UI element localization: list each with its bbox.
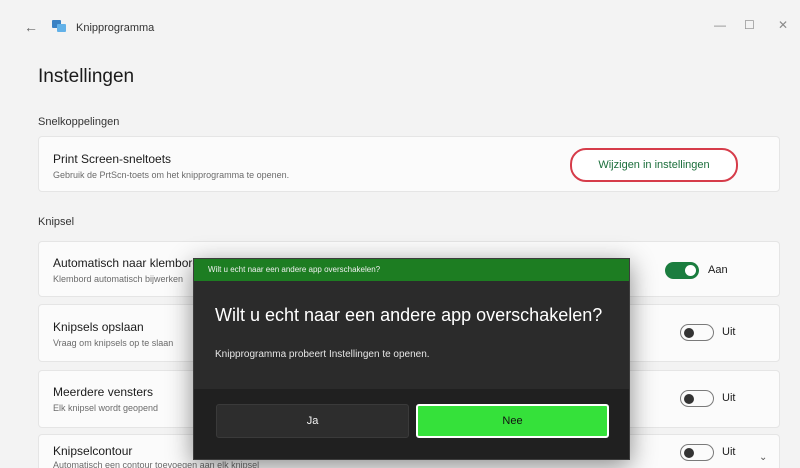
save-snips-state: Uit [722, 326, 736, 338]
setting-description: Gebruik de PrtScn-toets om het knipprogr… [53, 170, 290, 180]
setting-title: Print Screen-sneltoets [53, 152, 172, 166]
toggle-knob [685, 265, 696, 276]
dialog-header-text: Wilt u echt naar een andere app overscha… [208, 265, 381, 274]
title-bar: ← Knipprogramma — ☐ ✕ [18, 6, 800, 48]
maximize-button[interactable]: ☐ [744, 18, 755, 32]
auto-copy-state: Aan [708, 264, 728, 276]
back-arrow-icon[interactable]: ← [24, 19, 38, 35]
setting-description: Vraag om knipsels op te slaan [53, 338, 174, 348]
change-in-settings-link[interactable]: Wijzigen in instellingen [570, 148, 738, 182]
app-title: Knipprogramma [76, 22, 155, 34]
switch-app-dialog: Wilt u echt naar een andere app overscha… [193, 258, 630, 460]
auto-copy-toggle[interactable] [665, 262, 699, 279]
chevron-down-icon[interactable]: ⌄ [759, 452, 767, 463]
setting-description: Klembord automatisch bijwerken [53, 274, 184, 284]
dialog-title: Wilt u echt naar een andere app overscha… [215, 305, 603, 325]
section-title-snip: Knipsel [38, 216, 75, 228]
toggle-knob [684, 394, 694, 404]
page-title: Instellingen [38, 66, 135, 87]
close-button[interactable]: ✕ [778, 18, 788, 32]
snipping-tool-app-icon [52, 20, 66, 32]
setting-title: Knipselcontour [53, 444, 133, 458]
multiple-windows-toggle[interactable] [680, 390, 714, 407]
save-snips-toggle[interactable] [680, 324, 714, 341]
dialog-header-bar: Wilt u echt naar een andere app overscha… [194, 259, 629, 281]
setting-description: Automatisch een contour toevoegen aan el… [53, 460, 260, 468]
minimize-button[interactable]: — [714, 18, 726, 32]
no-button[interactable]: Nee [416, 404, 609, 438]
yes-button[interactable]: Ja [216, 404, 409, 438]
setting-title: Knipsels opslaan [53, 320, 144, 334]
snip-outline-toggle[interactable] [680, 444, 714, 461]
toggle-knob [684, 328, 694, 338]
toggle-knob [684, 448, 694, 458]
multiple-windows-state: Uit [722, 392, 736, 404]
section-title-shortcuts: Snelkoppelingen [38, 116, 120, 128]
setting-description: Elk knipsel wordt geopend [53, 403, 159, 413]
snip-outline-state: Uit [722, 446, 736, 458]
dialog-message: Knipprogramma probeert Instellingen te o… [215, 349, 430, 360]
setting-title: Meerdere vensters [53, 385, 154, 399]
